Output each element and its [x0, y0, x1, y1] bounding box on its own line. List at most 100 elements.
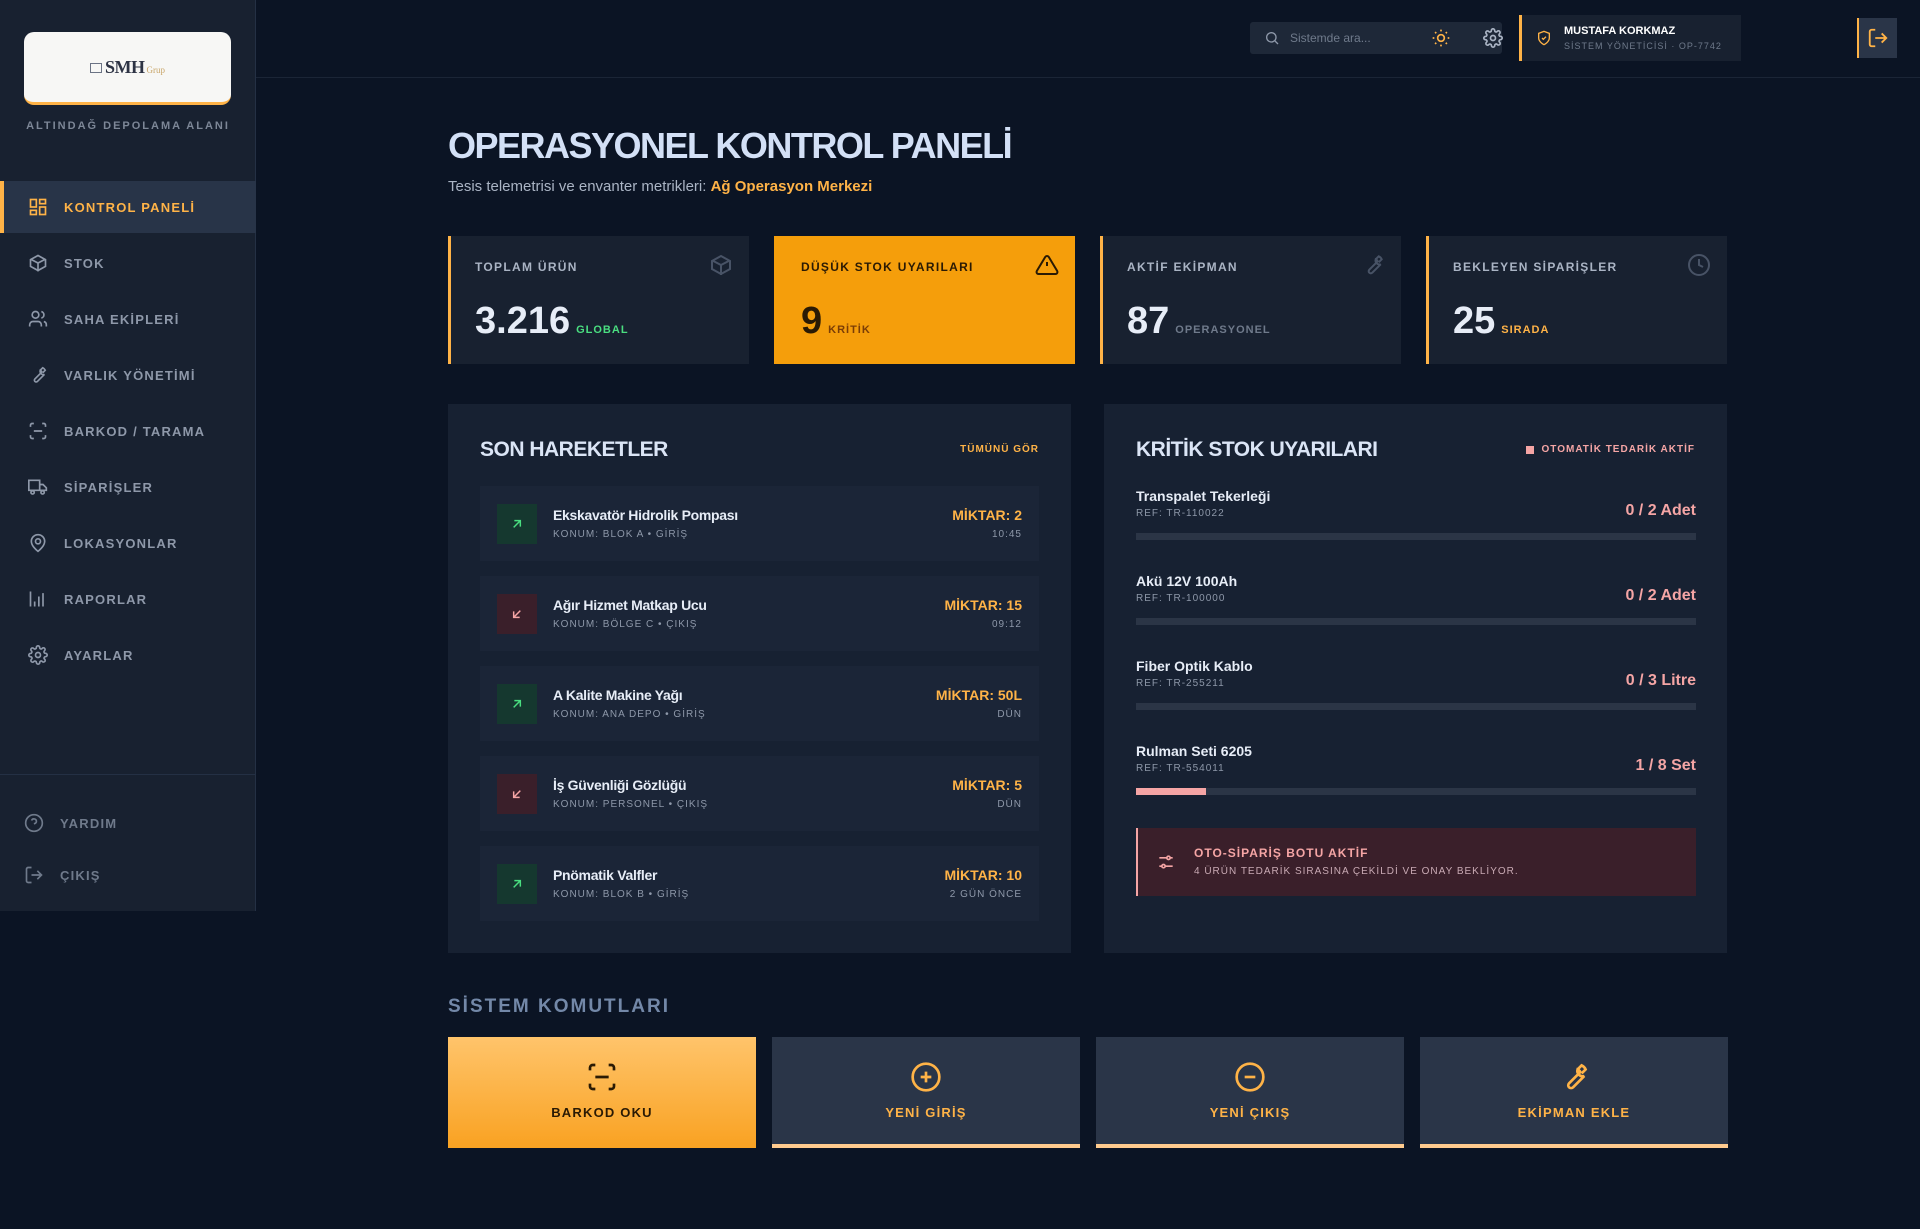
status-dot — [1525, 445, 1534, 454]
panel-title: SON HAREKETLER — [480, 438, 668, 461]
alert-item[interactable]: Transpalet Tekerleği REF: TR-110022 0 / … — [1136, 488, 1696, 573]
map-pin-icon — [30, 533, 46, 553]
bar-chart-icon — [29, 591, 44, 607]
site-name: ALTINDAĞ DEPOLAMA ALANI — [26, 120, 230, 132]
item-time: DÜN — [997, 709, 1022, 720]
scan-barcode-button[interactable]: BARKOD OKU — [448, 1037, 756, 1148]
sidebar-item-label: KONTROL PANELİ — [64, 199, 196, 215]
page-subtitle: Tesis telemetrisi ve envanter metrikleri… — [448, 178, 872, 195]
help-icon — [24, 813, 44, 833]
sidebar-item-locations[interactable]: LOKASYONLAR — [0, 517, 256, 569]
new-entry-button[interactable]: YENİ GİRİŞ — [772, 1037, 1080, 1148]
alert-ref: REF: TR-554011 — [1136, 763, 1225, 774]
help-label: YARDIM — [60, 815, 118, 831]
item-quantity: MİKTAR: 50L — [935, 687, 1022, 703]
new-exit-button[interactable]: YENİ ÇIKIŞ — [1096, 1037, 1404, 1148]
sidebar-item-settings[interactable]: AYARLAR — [0, 629, 256, 681]
list-item[interactable]: Pnömatik Valfler KONUM: BLOK B • GİRİŞ Mİ… — [480, 846, 1039, 921]
sidebar-item-label: BARKOD / TARAMA — [64, 423, 206, 439]
alert-item[interactable]: Akü 12V 100Ah REF: TR-100000 0 / 2 Adet — [1136, 573, 1696, 658]
company-logo[interactable]: SMH Grup — [24, 32, 231, 105]
command-label: EKİPMAN EKLE — [1517, 1105, 1631, 1120]
stat-value-row: 87 OPERASYONEL — [1127, 300, 1271, 343]
image-icon — [89, 62, 102, 73]
sidebar-item-dashboard[interactable]: KONTROL PANELİ — [0, 181, 256, 233]
alert-amount: 1 / 8 Set — [1635, 757, 1696, 774]
logo-sub: Grup — [146, 64, 166, 75]
command-label: BARKOD OKU — [551, 1105, 653, 1120]
logout-link[interactable]: ÇIKIŞ — [0, 849, 256, 901]
critical-stock-panel: KRİTİK STOK UYARILARI OTOMATİK TEDARİK A… — [1104, 404, 1727, 953]
item-time: DÜN — [997, 799, 1022, 810]
user-role: SİSTEM YÖNETİCİSİ · OP-7742 — [1564, 41, 1722, 51]
list-item[interactable]: A Kalite Makine Yağı KONUM: ANA DEPO • Gİ… — [480, 666, 1039, 741]
stat-value: 25 — [1453, 300, 1496, 342]
stat-value-row: 25 SIRADA — [1453, 300, 1549, 343]
commands-title: SİSTEM KOMUTLARI — [448, 996, 670, 1017]
auto-supply-badge: OTOMATİK TEDARİK AKTİF — [1525, 444, 1695, 455]
stat-value: 87 — [1127, 300, 1170, 342]
users-icon — [28, 310, 48, 327]
scan-icon — [588, 1063, 616, 1091]
sidebar-item-label: SİPARİŞLER — [64, 479, 154, 495]
logout-button[interactable] — [1857, 18, 1897, 58]
command-label: YENİ GİRİŞ — [885, 1105, 967, 1120]
sidebar-footer: YARDIM ÇIKIŞ — [0, 774, 256, 901]
sidebar-item-field-teams[interactable]: SAHA EKİPLERİ — [0, 293, 256, 345]
arrow-down-left-icon — [497, 773, 537, 814]
list-item[interactable]: Ekskavatör Hidrolik Pompası KONUM: BLOK A… — [480, 486, 1039, 561]
plus-circle-icon — [911, 1062, 941, 1092]
sidebar-item-orders[interactable]: SİPARİŞLER — [0, 461, 256, 513]
clock-icon — [1688, 254, 1710, 276]
gear-icon — [28, 645, 48, 665]
sidebar-item-stock[interactable]: STOK — [0, 237, 256, 289]
stat-value-row: 9 KRİTİK — [801, 300, 871, 343]
sidebar-item-label: RAPORLAR — [64, 591, 148, 607]
stat-card-low-stock[interactable]: DÜŞÜK STOK UYARILARI 9 KRİTİK — [774, 236, 1075, 364]
alert-ref: REF: TR-100000 — [1136, 593, 1226, 604]
view-all-link[interactable]: TÜMÜNÜ GÖR — [960, 444, 1039, 455]
item-location: KONUM: PERSONEL • ÇIKIŞ — [553, 799, 709, 810]
item-quantity: MİKTAR: 15 — [944, 597, 1022, 613]
user-profile[interactable]: MUSTAFA KORKMAZ SİSTEM YÖNETİCİSİ · OP-7… — [1519, 15, 1741, 61]
sidebar-item-label: AYARLAR — [64, 647, 134, 663]
list-item[interactable]: İş Güvenliği Gözlüğü KONUM: PERSONEL • ÇI… — [480, 756, 1039, 831]
list-item[interactable]: Ağır Hizmet Matkap Ucu KONUM: BÖLGE C • Ç… — [480, 576, 1039, 651]
alert-item[interactable]: Rulman Seti 6205 REF: TR-554011 1 / 8 Se… — [1136, 743, 1696, 828]
gear-icon — [1483, 28, 1503, 48]
auto-order-bot-notice[interactable]: OTO-SİPARİŞ BOTU AKTİF 4 ÜRÜN TEDARİK SI… — [1136, 828, 1696, 896]
help-link[interactable]: YARDIM — [0, 797, 256, 849]
theme-toggle-button[interactable] — [1425, 22, 1457, 54]
panel-title: KRİTİK STOK UYARILARI — [1136, 438, 1378, 461]
search-input[interactable] — [1290, 31, 1490, 45]
item-quantity: MİKTAR: 10 — [944, 867, 1022, 883]
stat-unit: SIRADA — [1501, 324, 1550, 336]
stat-card-active-equipment[interactable]: AKTİF EKİPMAN 87 OPERASYONEL — [1100, 236, 1401, 364]
stock-progress-bar — [1136, 788, 1696, 795]
wrench-icon — [1367, 255, 1383, 275]
topbar: MUSTAFA KORKMAZ SİSTEM YÖNETİCİSİ · OP-7… — [256, 0, 1920, 78]
settings-button[interactable] — [1477, 22, 1509, 54]
sidebar-item-assets[interactable]: VARLIK YÖNETİMİ — [0, 349, 256, 401]
bot-description: 4 ÜRÜN TEDARİK SIRASINA ÇEKİLDİ VE ONAY … — [1194, 866, 1519, 877]
stat-value-row: 3.216 GLOBAL — [475, 300, 629, 343]
truck-icon — [28, 479, 48, 495]
sidebar-item-barcode[interactable]: BARKOD / TARAMA — [0, 405, 256, 457]
cube-icon — [711, 254, 731, 276]
command-label: YENİ ÇIKIŞ — [1209, 1105, 1291, 1120]
stat-card-total-products[interactable]: TOPLAM ÜRÜN 3.216 GLOBAL — [448, 236, 749, 364]
stat-value: 3.216 — [475, 300, 571, 342]
alert-ref: REF: TR-255211 — [1136, 678, 1225, 689]
sidebar-item-reports[interactable]: RAPORLAR — [0, 573, 256, 625]
search-box[interactable] — [1250, 22, 1502, 54]
stat-card-pending-orders[interactable]: BEKLEYEN SİPARİŞLER 25 SIRADA — [1426, 236, 1727, 364]
user-name: MUSTAFA KORKMAZ — [1564, 25, 1676, 37]
scan-icon — [29, 422, 47, 440]
alert-item[interactable]: Fiber Optik Kablo REF: TR-255211 0 / 3 L… — [1136, 658, 1696, 743]
recent-movements-panel: SON HAREKETLER TÜMÜNÜ GÖR Ekskavatör Hid… — [448, 404, 1071, 953]
add-equipment-button[interactable]: EKİPMAN EKLE — [1420, 1037, 1728, 1148]
alert-name: Rulman Seti 6205 — [1136, 743, 1252, 759]
sidebar-item-label: LOKASYONLAR — [64, 535, 178, 551]
stat-unit: GLOBAL — [576, 324, 629, 336]
badge-label: OTOMATİK TEDARİK AKTİF — [1541, 444, 1695, 455]
